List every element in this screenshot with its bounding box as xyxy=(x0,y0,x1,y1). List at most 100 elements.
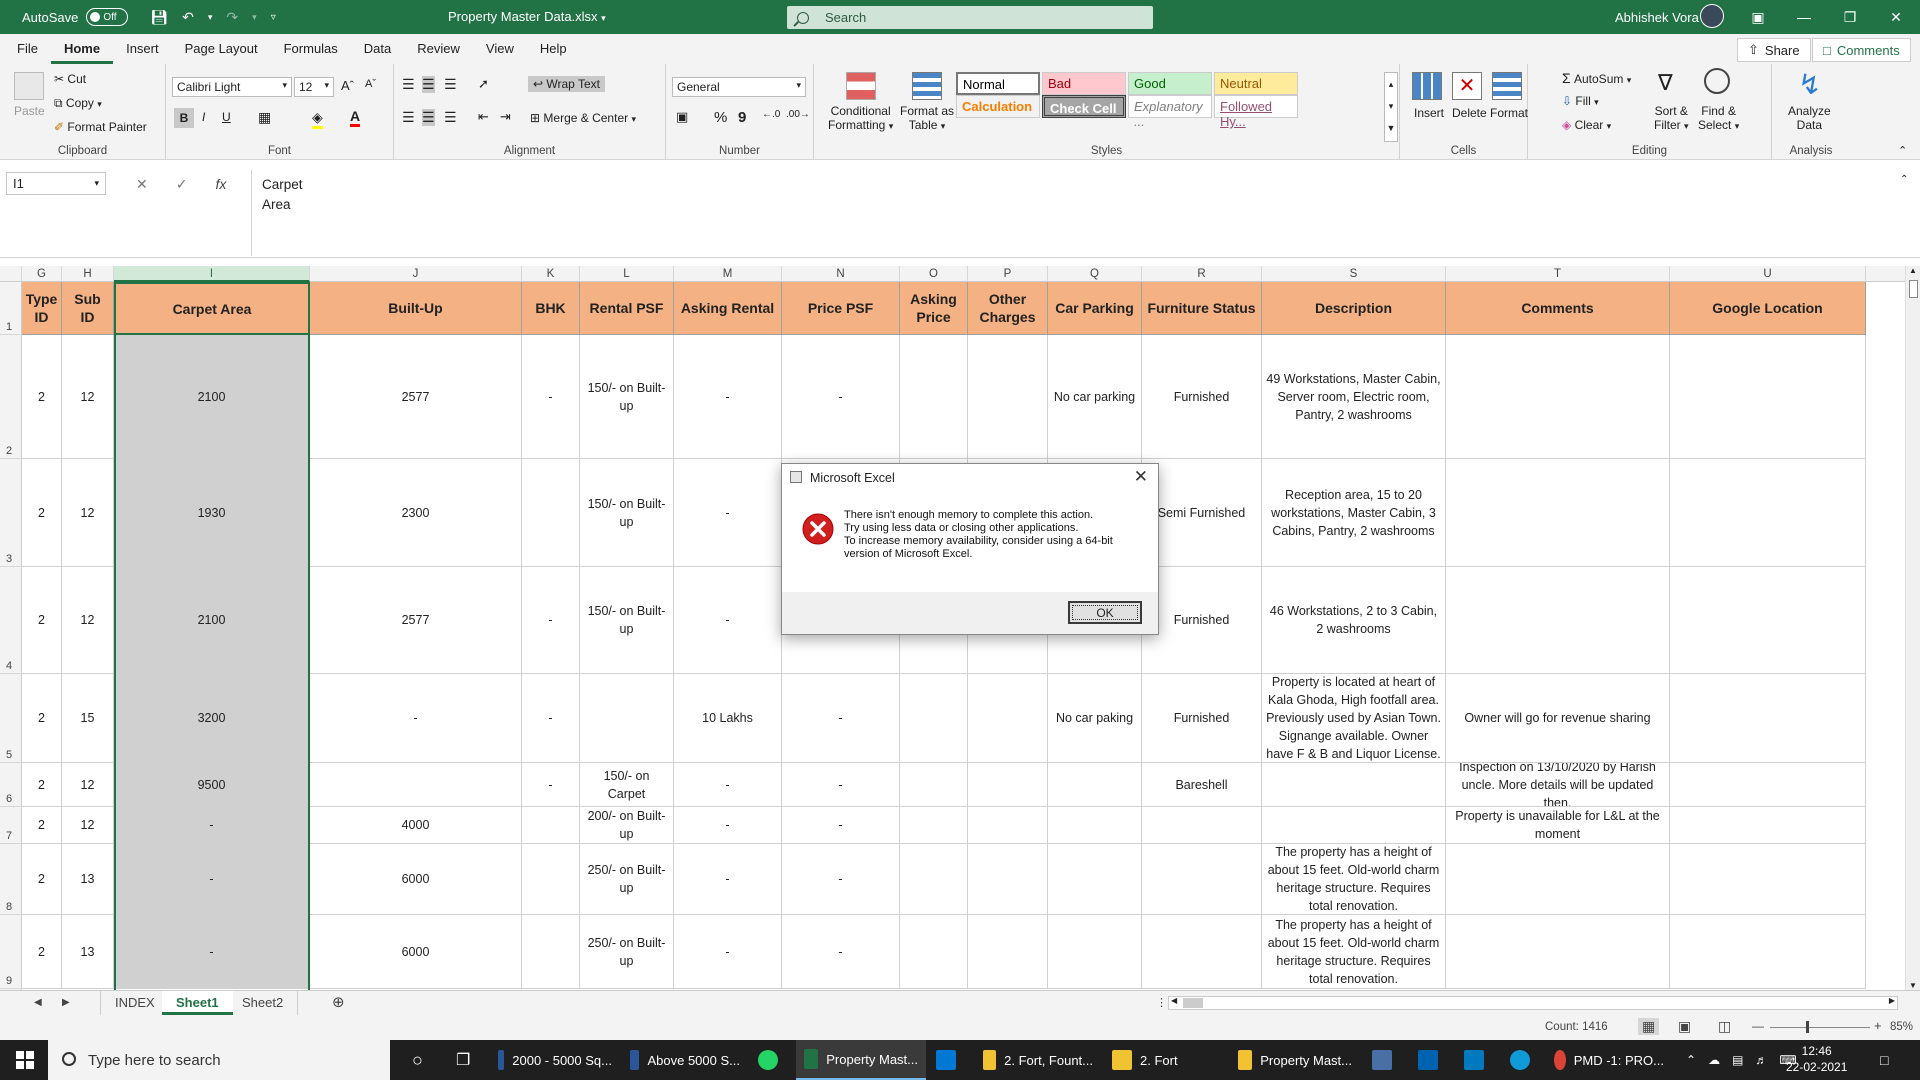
row-header-7[interactable]: 7 xyxy=(0,807,22,844)
cell-style-explanatory[interactable]: Explanatory ... xyxy=(1128,95,1212,129)
clear-button[interactable]: ◈ Clear ▾ xyxy=(1562,118,1611,132)
orientation-icon[interactable]: ➚ xyxy=(478,76,489,92)
header-cell-r[interactable]: Furniture Status xyxy=(1142,282,1262,335)
taskbar-item-8[interactable]: Property Mast... xyxy=(1230,1040,1360,1080)
cell-i9[interactable]: - xyxy=(114,915,310,989)
cortana-icon[interactable]: ○ xyxy=(404,1040,431,1080)
align-top-icon[interactable]: ☰ xyxy=(402,76,415,93)
cell-r4[interactable]: Furnished xyxy=(1142,567,1262,674)
cell-o2[interactable] xyxy=(900,335,968,459)
cell-g6[interactable]: 2 xyxy=(22,763,62,807)
cell-m7[interactable]: - xyxy=(674,807,782,844)
header-cell-k[interactable]: BHK xyxy=(522,282,580,335)
cell-p2[interactable] xyxy=(968,335,1048,459)
column-header-r[interactable]: R xyxy=(1142,266,1262,282)
cell-l4[interactable]: 150/- on Built-up xyxy=(580,567,674,674)
dialog-title-bar[interactable]: Microsoft Excel ✕ xyxy=(782,464,1158,491)
cell-h9[interactable]: 13 xyxy=(62,915,114,989)
cell-k7[interactable] xyxy=(522,807,580,844)
cell-i5[interactable]: 3200 xyxy=(114,674,310,763)
column-header-q[interactable]: Q xyxy=(1048,266,1142,282)
cell-o5[interactable] xyxy=(900,674,968,763)
cell-p5[interactable] xyxy=(968,674,1048,763)
cell-j5[interactable]: - xyxy=(310,674,522,763)
undo-dropdown-icon[interactable]: ▾ xyxy=(208,12,213,23)
cell-i7[interactable]: - xyxy=(114,807,310,844)
network-icon[interactable]: ▤ xyxy=(1732,1053,1743,1067)
cell-h8[interactable]: 13 xyxy=(62,844,114,915)
tab-help[interactable]: Help xyxy=(527,34,580,64)
cell-h4[interactable]: 12 xyxy=(62,567,114,674)
chevron-up-icon[interactable]: ⌃ xyxy=(1686,1053,1696,1067)
cell-k3[interactable] xyxy=(522,459,580,567)
decrease-font-icon[interactable]: Aˇ xyxy=(365,78,376,90)
zoom-level[interactable]: 85% xyxy=(1890,1021,1913,1033)
sheet-tab-sheet2[interactable]: Sheet2 xyxy=(228,991,299,1015)
cell-i8[interactable]: - xyxy=(114,844,310,915)
cell-s6[interactable] xyxy=(1262,763,1446,807)
column-header-t[interactable]: T xyxy=(1446,266,1670,282)
cell-m8[interactable]: - xyxy=(674,844,782,915)
tab-view[interactable]: View xyxy=(473,34,527,64)
cell-n8[interactable]: - xyxy=(782,844,900,915)
cell-j3[interactable]: 2300 xyxy=(310,459,522,567)
taskbar-item-2[interactable]: Above 5000 S... xyxy=(622,1040,748,1080)
taskbar-item-7[interactable]: 2. Fort xyxy=(1104,1040,1224,1080)
tab-page-layout[interactable]: Page Layout xyxy=(172,34,271,64)
cell-n9[interactable]: - xyxy=(782,915,900,989)
delete-cells-button[interactable]: Delete xyxy=(1452,106,1487,120)
row-header-5[interactable]: 5 xyxy=(0,674,22,763)
cell-m4[interactable]: - xyxy=(674,567,782,674)
sort-filter-icon[interactable]: ∇ xyxy=(1658,70,1673,96)
select-all-corner[interactable] xyxy=(0,266,22,282)
cell-g2[interactable]: 2 xyxy=(22,335,62,459)
cell-r7[interactable] xyxy=(1142,807,1262,844)
minimize-icon[interactable]: — xyxy=(1781,0,1827,34)
cell-r9[interactable] xyxy=(1142,915,1262,989)
zoom-in-icon[interactable]: + xyxy=(1874,1018,1882,1033)
header-cell-q[interactable]: Car Parking xyxy=(1048,282,1142,335)
bold-button[interactable]: B xyxy=(174,108,194,128)
scroll-up-icon[interactable]: ▲ xyxy=(1909,266,1917,275)
taskbar-item-10[interactable] xyxy=(1410,1040,1454,1080)
worksheet-grid[interactable]: Type ID Sub ID Carpet Area Built-Up BHK Renta… xyxy=(22,282,1905,990)
paste-button[interactable]: Paste xyxy=(14,104,45,118)
fill-color-icon[interactable]: ◈ xyxy=(312,109,323,129)
increase-indent-icon[interactable]: ⇥ xyxy=(500,109,511,125)
column-header-j[interactable]: J xyxy=(310,266,522,282)
cell-m6[interactable]: - xyxy=(674,763,782,807)
customize-qat-icon[interactable]: ▿ xyxy=(271,12,276,23)
taskbar-item-11[interactable] xyxy=(1456,1040,1500,1080)
cell-t8[interactable] xyxy=(1446,844,1670,915)
cell-k6[interactable]: - xyxy=(522,763,580,807)
autosave-control[interactable]: AutoSave Off xyxy=(22,8,129,26)
cell-k9[interactable] xyxy=(522,915,580,989)
scroll-down-icon[interactable]: ▼ xyxy=(1909,981,1917,990)
cell-j6[interactable] xyxy=(310,763,522,807)
increase-decimal-icon[interactable]: ←.0 xyxy=(762,109,780,120)
cell-u4[interactable] xyxy=(1670,567,1866,674)
cell-j9[interactable]: 6000 xyxy=(310,915,522,989)
copy-button[interactable]: ⧉ Copy ▾ xyxy=(54,96,102,111)
align-middle-icon[interactable]: ☰ xyxy=(422,76,435,93)
taskbar-item-9[interactable] xyxy=(1364,1040,1408,1080)
cell-s8[interactable]: The property has a height of about 15 fe… xyxy=(1262,844,1446,915)
header-cell-g[interactable]: Type ID xyxy=(22,282,62,335)
taskbar-item-6[interactable]: 2. Fort, Fount... xyxy=(975,1040,1101,1080)
cell-i3[interactable]: 1930 xyxy=(114,459,310,567)
cell-style-neutral[interactable]: Neutral xyxy=(1214,72,1298,95)
cell-m5[interactable]: 10 Lakhs xyxy=(674,674,782,763)
cell-n5[interactable]: - xyxy=(782,674,900,763)
cell-o8[interactable] xyxy=(900,844,968,915)
header-cell-j[interactable]: Built-Up xyxy=(310,282,522,335)
cell-q9[interactable] xyxy=(1048,915,1142,989)
fill-button[interactable]: ⇩ Fill ▾ xyxy=(1562,94,1599,108)
row-header-6[interactable]: 6 xyxy=(0,763,22,807)
cell-n6[interactable]: - xyxy=(782,763,900,807)
insert-cells-button[interactable]: Insert xyxy=(1414,106,1444,120)
cell-style-check-cell[interactable]: Check Cell xyxy=(1042,95,1126,118)
notifications-icon[interactable]: □ xyxy=(1872,1040,1896,1080)
new-sheet-icon[interactable]: ⊕ xyxy=(318,991,359,1015)
conditional-formatting-icon[interactable] xyxy=(846,72,876,100)
cell-h2[interactable]: 12 xyxy=(62,335,114,459)
